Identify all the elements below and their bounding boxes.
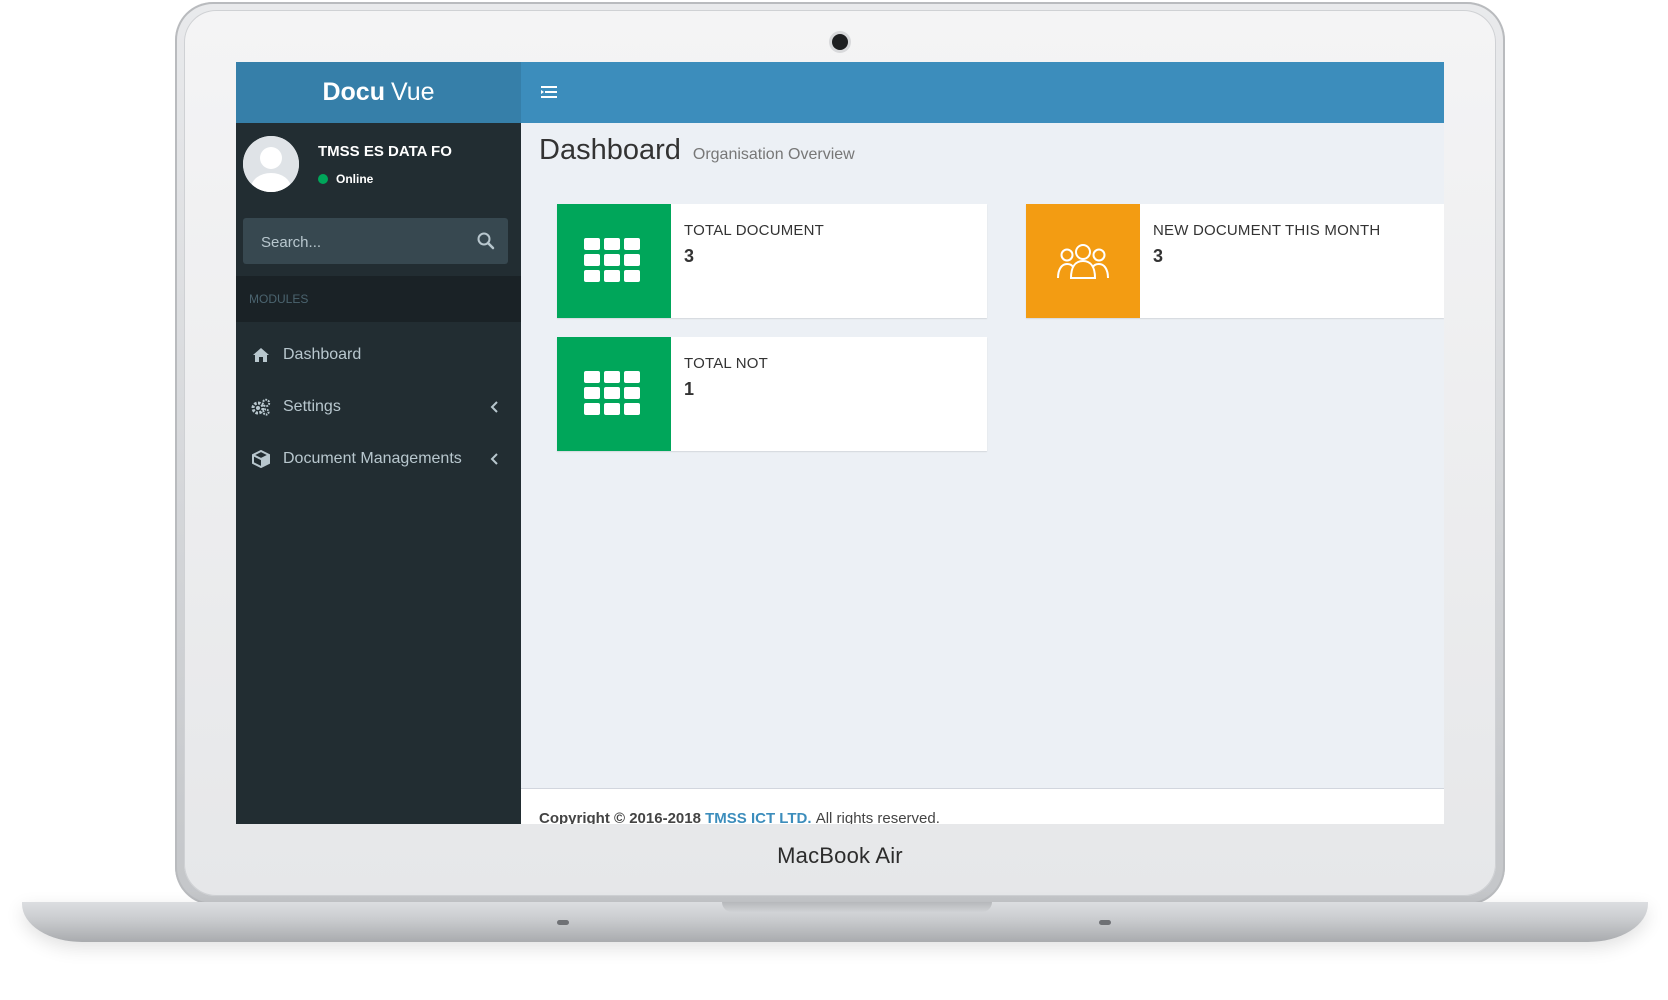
camera-icon bbox=[832, 34, 848, 50]
footer-company-link[interactable]: TMSS ICT LTD. bbox=[705, 810, 811, 824]
laptop-foot bbox=[557, 920, 569, 925]
logo-bold-text: Docu bbox=[322, 78, 385, 106]
info-box-label: NEW DOCUMENT THIS MONTH bbox=[1153, 222, 1381, 239]
sidebar-item-dashboard[interactable]: Dashboard bbox=[236, 329, 521, 381]
sidebar-item-settings[interactable]: Settings bbox=[236, 381, 521, 433]
search-icon[interactable] bbox=[476, 231, 496, 251]
laptop-base bbox=[22, 902, 1648, 942]
avatar bbox=[243, 136, 299, 192]
gears-icon bbox=[251, 397, 271, 417]
footer-text: Copyright © 2016-2018 TMSS ICT LTD. All … bbox=[539, 810, 940, 824]
laptop-notch bbox=[722, 902, 992, 912]
info-box-label: TOTAL NOT bbox=[684, 355, 769, 372]
sidebar: TMSS ES DATA FO Online MODULES D bbox=[236, 123, 521, 824]
info-box-value: 3 bbox=[684, 246, 695, 266]
grid-icon bbox=[584, 371, 640, 415]
cube-icon bbox=[251, 449, 271, 469]
content-header: Dashboard Organisation Overview bbox=[539, 134, 855, 167]
grid-icon bbox=[584, 238, 640, 282]
chevron-left-icon bbox=[489, 400, 499, 414]
chevron-left-icon bbox=[489, 452, 499, 466]
info-box-value: 3 bbox=[1153, 246, 1164, 266]
page-title: Dashboard bbox=[539, 134, 681, 166]
sidebar-item-label: Settings bbox=[283, 398, 341, 415]
info-icon-bg bbox=[557, 204, 671, 318]
sidebar-toggle-icon[interactable] bbox=[539, 82, 559, 102]
online-dot-icon bbox=[318, 174, 328, 184]
info-box-value: 1 bbox=[684, 379, 695, 399]
laptop-foot bbox=[1099, 920, 1111, 925]
device-label: MacBook Air bbox=[777, 843, 903, 868]
info-box-total-not: TOTAL NOT 1 bbox=[557, 337, 987, 451]
page-subtitle: Organisation Overview bbox=[692, 146, 855, 163]
footer-rights: All rights reserved. bbox=[815, 810, 940, 824]
user-status-label: Online bbox=[336, 172, 374, 186]
user-name: TMSS ES DATA FO bbox=[318, 143, 452, 160]
sidebar-search bbox=[243, 218, 508, 266]
info-box-label: TOTAL DOCUMENT bbox=[684, 222, 825, 239]
info-box-new-document-this-month: NEW DOCUMENT THIS MONTH 3 bbox=[1026, 204, 1444, 318]
top-navbar bbox=[521, 62, 1444, 123]
logo-light-text: Vue bbox=[390, 78, 435, 106]
page-footer: Copyright © 2016-2018 TMSS ICT LTD. All … bbox=[521, 788, 1444, 824]
sidebar-item-document-managements[interactable]: Document Managements bbox=[236, 433, 521, 485]
sidebar-section-header: MODULES bbox=[236, 276, 521, 322]
search-input[interactable] bbox=[243, 218, 463, 266]
sidebar-item-label: Dashboard bbox=[283, 346, 362, 363]
footer-copyright: Copyright © 2016-2018 bbox=[539, 810, 701, 824]
info-icon-bg bbox=[1026, 204, 1140, 318]
user-status: Online bbox=[318, 172, 373, 186]
app-screen: Docu Vue TMSS ES DATA FO Online Search..… bbox=[236, 62, 1444, 824]
app-logo[interactable]: Docu Vue bbox=[236, 62, 521, 123]
home-icon bbox=[251, 345, 271, 365]
sidebar-item-label: Document Managements bbox=[283, 450, 462, 467]
info-icon-bg bbox=[557, 337, 671, 451]
users-icon bbox=[1057, 244, 1109, 279]
info-box-total-document: TOTAL DOCUMENT 3 bbox=[557, 204, 987, 318]
user-panel: TMSS ES DATA FO Online bbox=[236, 123, 521, 208]
